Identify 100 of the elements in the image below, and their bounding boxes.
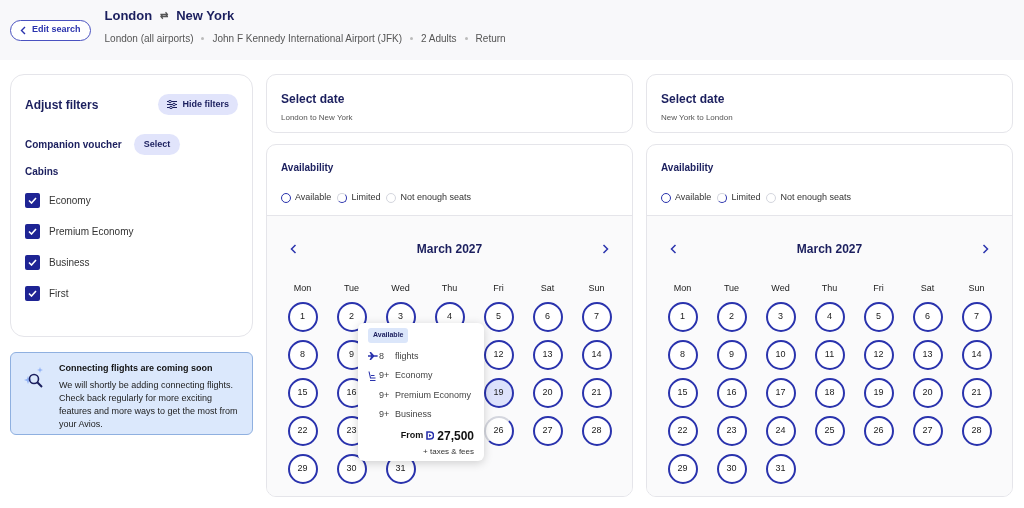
notice-text: We will shortly be adding connecting flights. Check back regularly for more exciting features and more ways to get the most from your Avios. bbox=[59, 378, 239, 431]
check-icon bbox=[28, 259, 37, 266]
cabin-label: Business bbox=[49, 256, 90, 270]
day-button[interactable]: 11 bbox=[814, 340, 845, 370]
previous-month-button[interactable] bbox=[290, 244, 297, 254]
cabin-availability-label: Business bbox=[395, 408, 432, 421]
day-button[interactable]: 14 bbox=[581, 340, 612, 370]
day-button[interactable]: 30 bbox=[336, 454, 367, 484]
edit-search-button[interactable]: Edit search bbox=[10, 19, 91, 41]
day-button[interactable]: 20 bbox=[912, 378, 943, 408]
cabin-checkbox[interactable] bbox=[25, 255, 40, 270]
weekday-label: Tue bbox=[723, 282, 740, 295]
cabin-availability-label: Premium Economy bbox=[395, 388, 472, 402]
previous-month-button[interactable] bbox=[670, 244, 677, 254]
day-button[interactable]: 8 bbox=[287, 340, 318, 370]
day-button[interactable]: 27 bbox=[912, 416, 943, 446]
day-button[interactable]: 16 bbox=[716, 378, 747, 408]
day-button[interactable]: 28 bbox=[581, 416, 612, 446]
day-button[interactable]: 6 bbox=[532, 302, 563, 332]
route-label: New York to London bbox=[661, 112, 734, 124]
day-button[interactable]: 27 bbox=[532, 416, 563, 446]
chevron-left-icon bbox=[20, 25, 26, 35]
day-button[interactable]: 29 bbox=[287, 454, 318, 484]
companion-voucher-label: Companion voucher bbox=[25, 138, 122, 152]
weekday-label: Sat bbox=[540, 282, 555, 295]
day-button[interactable]: 17 bbox=[765, 378, 796, 408]
weekday-label: Sat bbox=[920, 282, 935, 295]
cabin-checkbox[interactable] bbox=[25, 193, 40, 208]
destination-city: New York bbox=[176, 6, 235, 25]
origin-city: London bbox=[104, 6, 153, 25]
next-month-button[interactable] bbox=[602, 244, 609, 254]
cabin-checkbox[interactable] bbox=[25, 286, 40, 301]
cabin-label: Premium Economy bbox=[49, 225, 134, 239]
day-button[interactable]: 22 bbox=[667, 416, 698, 446]
day-button[interactable]: 13 bbox=[532, 340, 563, 370]
day-button[interactable]: 18 bbox=[814, 378, 845, 408]
day-button[interactable]: 12 bbox=[483, 340, 514, 370]
weekday-label: Tue bbox=[343, 282, 360, 295]
legend-label: Limited bbox=[351, 191, 381, 204]
hide-filters-button[interactable]: Hide filters bbox=[158, 94, 238, 115]
day-button[interactable]: 7 bbox=[581, 302, 612, 332]
price-amount: 27,500 bbox=[437, 427, 474, 445]
day-button[interactable]: 4 bbox=[814, 302, 845, 332]
day-button[interactable]: 26 bbox=[483, 416, 514, 446]
next-month-button[interactable] bbox=[982, 244, 989, 254]
trip-detail: John F Kennedy International Airport (JFK) bbox=[212, 32, 402, 47]
weekday-label: Mon bbox=[673, 282, 692, 295]
day-button[interactable]: 14 bbox=[961, 340, 992, 370]
cabins-label: Cabins bbox=[25, 165, 60, 179]
day-button[interactable]: 20 bbox=[532, 378, 563, 408]
weekday-label: Wed bbox=[391, 282, 410, 295]
filters-title: Adjust filters bbox=[25, 96, 99, 114]
cabin-checkbox[interactable] bbox=[25, 224, 40, 239]
day-button[interactable]: 15 bbox=[287, 378, 318, 408]
check-icon bbox=[28, 197, 37, 204]
availability-title: Availability bbox=[661, 161, 715, 175]
avios-icon bbox=[426, 431, 435, 440]
day-button[interactable]: 24 bbox=[765, 416, 796, 446]
day-button[interactable]: 8 bbox=[667, 340, 698, 370]
day-button[interactable]: 7 bbox=[961, 302, 992, 332]
day-button[interactable]: 31 bbox=[765, 454, 796, 484]
swap-icon: ⇄ bbox=[160, 8, 169, 23]
day-button[interactable]: 30 bbox=[716, 454, 747, 484]
day-button[interactable]: 23 bbox=[716, 416, 747, 446]
day-button[interactable]: 28 bbox=[961, 416, 992, 446]
day-button[interactable]: 1 bbox=[667, 302, 698, 332]
select-date-title: Select date bbox=[281, 91, 346, 108]
day-button[interactable]: 25 bbox=[814, 416, 845, 446]
day-button[interactable]: 13 bbox=[912, 340, 943, 370]
select-button[interactable]: Select bbox=[133, 134, 181, 155]
day-button[interactable]: 2 bbox=[336, 302, 367, 332]
day-button[interactable]: 3 bbox=[765, 302, 796, 332]
day-button[interactable]: 19 bbox=[863, 378, 894, 408]
day-button[interactable]: 12 bbox=[863, 340, 894, 370]
day-button[interactable]: 22 bbox=[287, 416, 318, 446]
day-button[interactable]: 15 bbox=[667, 378, 698, 408]
day-button[interactable]: 6 bbox=[912, 302, 943, 332]
day-button[interactable]: 21 bbox=[961, 378, 992, 408]
weekday-label: Thu bbox=[441, 282, 458, 295]
day-button[interactable]: 19 bbox=[483, 378, 514, 408]
chevron-left-icon bbox=[670, 244, 677, 254]
plane-icon bbox=[368, 352, 378, 361]
day-button[interactable]: 2 bbox=[716, 302, 747, 332]
day-button[interactable]: 1 bbox=[287, 302, 318, 332]
taxes-note: + taxes & fees bbox=[423, 445, 474, 458]
seat-count: 9+ bbox=[379, 388, 391, 402]
legend-label: Limited bbox=[731, 191, 761, 204]
chevron-right-icon bbox=[982, 244, 989, 254]
select-date-title: Select date bbox=[661, 91, 726, 108]
day-button[interactable]: 29 bbox=[667, 454, 698, 484]
availability-title: Availability bbox=[281, 161, 335, 175]
day-button[interactable]: 5 bbox=[863, 302, 894, 332]
day-button[interactable]: 9 bbox=[716, 340, 747, 370]
day-button[interactable]: 10 bbox=[765, 340, 796, 370]
legend-label: Available bbox=[295, 191, 332, 204]
day-button[interactable]: 26 bbox=[863, 416, 894, 446]
day-button[interactable]: 21 bbox=[581, 378, 612, 408]
day-button[interactable]: 5 bbox=[483, 302, 514, 332]
check-icon bbox=[28, 290, 37, 297]
trip-detail: London (all airports) bbox=[104, 32, 194, 47]
